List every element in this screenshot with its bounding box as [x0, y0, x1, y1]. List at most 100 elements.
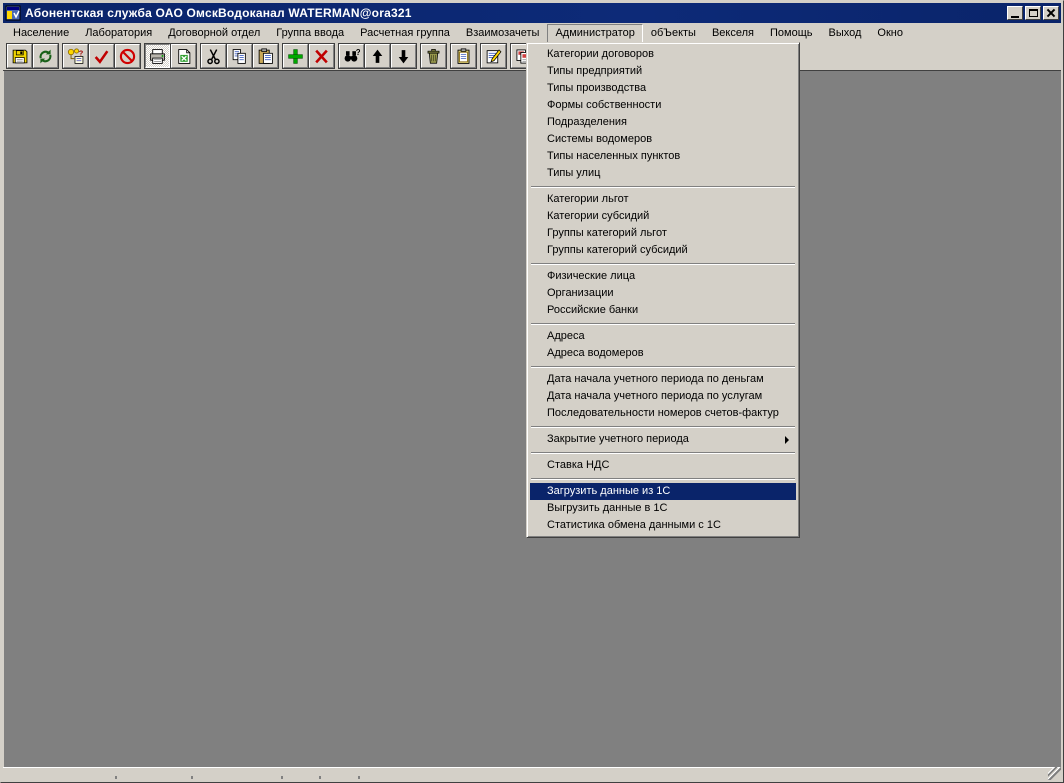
move-down-button[interactable] — [391, 44, 416, 68]
menu-laboratoriya[interactable]: Лаборатория — [77, 24, 160, 43]
export-excel-icon — [175, 48, 192, 65]
menu-separator — [531, 323, 795, 325]
statusbar-divider — [281, 776, 283, 779]
find-icon: ? — [343, 48, 360, 65]
refresh-icon — [37, 48, 54, 65]
trash-icon — [425, 48, 442, 65]
cut-icon — [205, 48, 222, 65]
paste-button[interactable] — [253, 44, 278, 68]
menu-item-tipy-proizvodstva[interactable]: Типы производства — [530, 80, 796, 97]
find-button[interactable]: ? — [339, 44, 364, 68]
menu-separator — [531, 263, 795, 265]
menu-separator — [531, 452, 795, 454]
clipboard-button[interactable] — [451, 44, 476, 68]
apply-check-icon — [93, 48, 110, 65]
menu-gruppa-vvoda[interactable]: Группа ввода — [268, 24, 352, 43]
menu-naselenie[interactable]: Население — [5, 24, 77, 43]
menu-item-fizicheskie-litsa[interactable]: Физические лица — [530, 268, 796, 285]
statusbar-divider — [191, 776, 193, 779]
move-down-icon — [395, 48, 412, 65]
menu-dogovornoy-otdel[interactable]: Договорной отдел — [160, 24, 268, 43]
edit-note-button[interactable] — [481, 44, 506, 68]
resize-grip[interactable] — [1048, 767, 1061, 780]
menu-item-gruppy-kategoriy-subsidiy[interactable]: Группы категорий субсидий — [530, 242, 796, 259]
menu-item-tipy-ulits[interactable]: Типы улиц — [530, 165, 796, 182]
svg-text:?: ? — [356, 48, 360, 57]
menu-vekselya[interactable]: Векселя — [704, 24, 762, 43]
menu-item-data-nachala-uslugam[interactable]: Дата начала учетного периода по услугам — [530, 388, 796, 405]
administrator-menu-popup: Категории договоров Типы предприятий Тип… — [526, 42, 800, 538]
menu-item-statistika-obmena-1c[interactable]: Статистика обмена данными с 1С — [530, 517, 796, 534]
menu-vzaimozachety[interactable]: Взаимозачеты — [458, 24, 548, 43]
statusbar — [3, 767, 1061, 780]
menu-item-rossiyskie-banki[interactable]: Российские банки — [530, 302, 796, 319]
menu-item-zagruzit-dannye-iz-1c[interactable]: Загрузить данные из 1С — [530, 483, 796, 500]
close-icon — [1047, 9, 1055, 17]
cancel-icon — [119, 48, 136, 65]
menu-item-label: Закрытие учетного периода — [547, 433, 689, 445]
save-button[interactable] — [7, 44, 32, 68]
menu-item-tipy-naselennykh-punktov[interactable]: Типы населенных пунктов — [530, 148, 796, 165]
trash-button[interactable] — [421, 44, 446, 68]
delete-row-button[interactable] — [309, 44, 334, 68]
move-up-button[interactable] — [365, 44, 390, 68]
menu-item-adresa[interactable]: Адреса — [530, 328, 796, 345]
maximize-button[interactable] — [1025, 6, 1041, 20]
query-button[interactable]: ? — [63, 44, 88, 68]
copy-icon — [231, 48, 248, 65]
menu-item-organizatsii[interactable]: Организации — [530, 285, 796, 302]
menu-item-stavka-nds[interactable]: Ставка НДС — [530, 457, 796, 474]
menu-separator — [531, 366, 795, 368]
application-icon[interactable] — [5, 5, 21, 21]
menu-pomosch[interactable]: Помощь — [762, 24, 821, 43]
menu-item-kategorii-lgot[interactable]: Категории льгот — [530, 191, 796, 208]
menu-item-gruppy-kategoriy-lgot[interactable]: Группы категорий льгот — [530, 225, 796, 242]
edit-note-icon — [485, 48, 502, 65]
menu-item-data-nachala-dengam[interactable]: Дата начала учетного периода по деньгам — [530, 371, 796, 388]
cancel-button[interactable] — [115, 44, 140, 68]
save-icon — [11, 48, 28, 65]
menu-administrator[interactable]: Администратор — [547, 24, 642, 43]
window-title: Абонентская служба ОАО ОмскВодоканал WAT… — [25, 6, 1007, 20]
menu-item-vygruzit-dannye-v-1c[interactable]: Выгрузить данные в 1С — [530, 500, 796, 517]
maximize-icon — [1029, 9, 1038, 17]
titlebar[interactable]: Абонентская служба ОАО ОмскВодоканал WAT… — [3, 3, 1061, 23]
menubar: Население Лаборатория Договорной отдел Г… — [3, 23, 1061, 43]
menu-item-formy-sobstvennosti[interactable]: Формы собственности — [530, 97, 796, 114]
print-button[interactable] — [145, 44, 170, 68]
delete-row-icon — [313, 48, 330, 65]
svg-text:?: ? — [79, 48, 84, 57]
statusbar-divider — [358, 776, 360, 779]
menu-item-sistemy-vodomerov[interactable]: Системы водомеров — [530, 131, 796, 148]
menu-separator — [531, 426, 795, 428]
menu-item-adresa-vodomerov[interactable]: Адреса водомеров — [530, 345, 796, 362]
menu-item-posledovatelnosti-nomerov[interactable]: Последовательности номеров счетов-фактур — [530, 405, 796, 422]
paste-icon — [257, 48, 274, 65]
menu-item-zakrytie-uchetnogo-perioda[interactable]: Закрытие учетного периода — [530, 431, 796, 448]
apply-button[interactable] — [89, 44, 114, 68]
query-icon: ? — [67, 48, 84, 65]
statusbar-divider — [319, 776, 321, 779]
move-up-icon — [369, 48, 386, 65]
menu-raschetnaya-gruppa[interactable]: Расчетная группа — [352, 24, 458, 43]
menu-item-kategorii-subsidiy[interactable]: Категории субсидий — [530, 208, 796, 225]
menu-okno[interactable]: Окно — [869, 24, 911, 43]
menu-item-podrazdeleniya[interactable]: Подразделения — [530, 114, 796, 131]
cut-button[interactable] — [201, 44, 226, 68]
export-excel-button[interactable] — [171, 44, 196, 68]
menu-vykhod[interactable]: Выход — [820, 24, 869, 43]
copy-button[interactable] — [227, 44, 252, 68]
close-button[interactable] — [1043, 6, 1059, 20]
submenu-arrow-icon — [785, 436, 789, 444]
print-icon — [149, 48, 166, 65]
menu-separator — [531, 186, 795, 188]
minimize-button[interactable] — [1007, 6, 1023, 20]
refresh-button[interactable] — [33, 44, 58, 68]
menu-item-tipy-predpriyatiy[interactable]: Типы предприятий — [530, 63, 796, 80]
menu-item-kategorii-dogovorov[interactable]: Категории договоров — [530, 46, 796, 63]
statusbar-divider — [115, 776, 117, 779]
minimize-icon — [1011, 16, 1019, 18]
add-row-icon — [287, 48, 304, 65]
add-row-button[interactable] — [283, 44, 308, 68]
menu-obekty[interactable]: обЪекты — [643, 24, 704, 43]
